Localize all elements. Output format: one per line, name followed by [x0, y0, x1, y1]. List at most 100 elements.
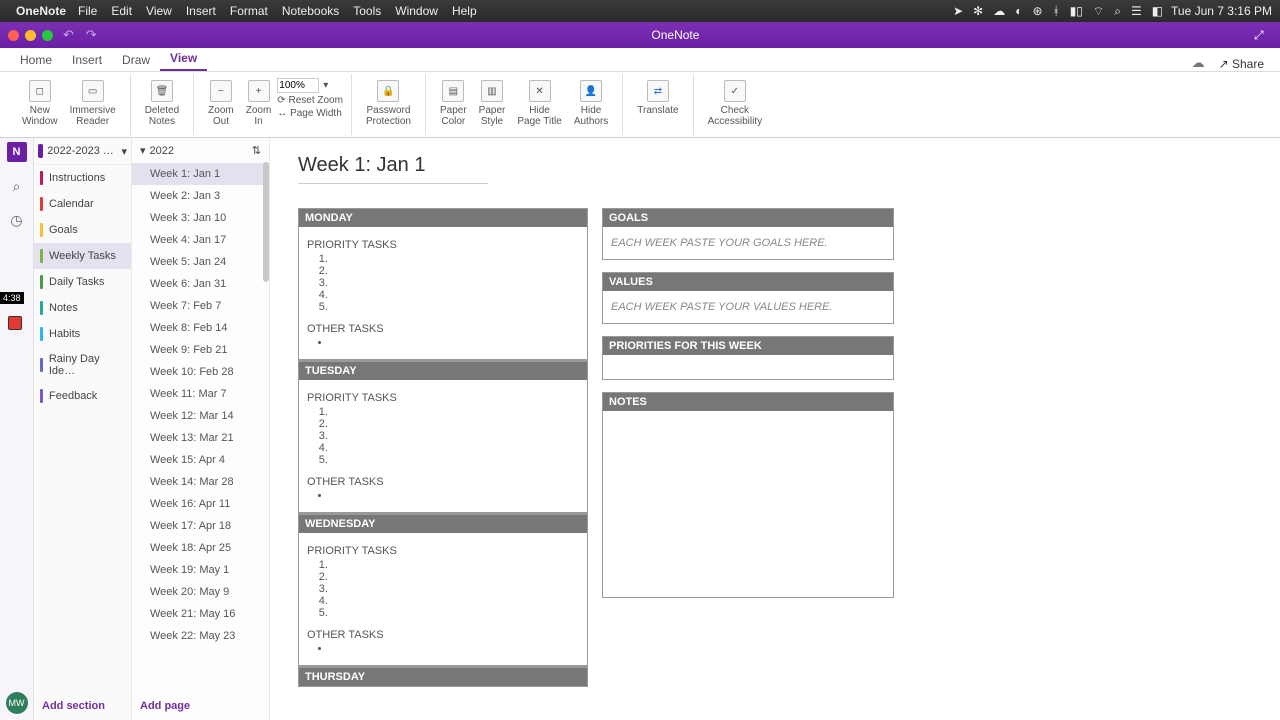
recent-icon[interactable]: ◷ [7, 210, 27, 230]
page-item[interactable]: Week 10: Feb 28 [132, 361, 269, 383]
menu-insert[interactable]: Insert [186, 4, 216, 18]
undo-button[interactable]: ↶ [63, 27, 74, 43]
status-icon-2[interactable]: ⊛ [1032, 4, 1042, 18]
priority-tasks-list[interactable] [307, 406, 579, 466]
traffic-lights[interactable] [8, 30, 53, 41]
section-item[interactable]: Instructions [34, 165, 131, 191]
page-canvas[interactable]: Week 1: Jan 1 MONDAYPRIORITY TASKSOTHER … [270, 138, 1280, 720]
battery-icon[interactable]: ▮▯ [1070, 4, 1083, 18]
sort-icon[interactable]: ⇅ [252, 144, 261, 157]
menu-window[interactable]: Window [395, 4, 438, 18]
avatar[interactable]: MW [6, 692, 28, 714]
page-item[interactable]: Week 21: May 16 [132, 603, 269, 625]
goals-body[interactable]: EACH WEEK PASTE YOUR GOALS HERE. [603, 227, 893, 259]
deleted-notes-button[interactable]: 🗑DeletedNotes [139, 78, 185, 129]
control-center-icon[interactable]: ☰ [1131, 4, 1142, 18]
wifi-icon[interactable]: ⌔ [1093, 4, 1104, 19]
other-tasks-list[interactable] [307, 490, 579, 502]
menu-format[interactable]: Format [230, 4, 268, 18]
page-item[interactable]: Week 14: Mar 28 [132, 471, 269, 493]
menubar-datetime[interactable]: Tue Jun 7 3:16 PM [1171, 4, 1272, 18]
page-item[interactable]: Week 9: Feb 21 [132, 339, 269, 361]
priority-tasks-list[interactable] [307, 559, 579, 619]
section-item[interactable]: Habits [34, 321, 131, 347]
page-item[interactable]: Week 16: Apr 11 [132, 493, 269, 515]
minimize-window-button[interactable] [25, 30, 36, 41]
section-item[interactable]: Weekly Tasks [34, 243, 131, 269]
zoom-in-button[interactable]: +ZoomIn [240, 78, 278, 129]
page-item[interactable]: Week 19: May 1 [132, 559, 269, 581]
reset-zoom-button[interactable]: ⟳ Reset Zoom [277, 95, 343, 106]
values-box[interactable]: VALUES EACH WEEK PASTE YOUR VALUES HERE. [602, 272, 894, 324]
day-box[interactable]: THURSDAY [298, 667, 588, 687]
page-item[interactable]: Week 2: Jan 3 [132, 185, 269, 207]
menu-edit[interactable]: Edit [111, 4, 132, 18]
menu-help[interactable]: Help [452, 4, 477, 18]
values-body[interactable]: EACH WEEK PASTE YOUR VALUES HERE. [603, 291, 893, 323]
sync-icon[interactable]: ☁ [1192, 55, 1205, 71]
section-item[interactable]: Calendar [34, 191, 131, 217]
priorities-body[interactable] [603, 355, 893, 379]
page-item[interactable]: Week 22: May 23 [132, 625, 269, 647]
bluetooth-icon[interactable]: ᚼ [1053, 4, 1060, 18]
page-item[interactable]: Week 3: Jan 10 [132, 207, 269, 229]
section-item[interactable]: Rainy Day Ide… [34, 347, 131, 383]
priorities-box[interactable]: PRIORITIES FOR THIS WEEK [602, 336, 894, 380]
page-item[interactable]: Week 12: Mar 14 [132, 405, 269, 427]
immersive-reader-button[interactable]: ▭ImmersiveReader [64, 78, 122, 129]
spotlight-icon[interactable]: ⌕ [1114, 4, 1121, 19]
check-accessibility-button[interactable]: ✓CheckAccessibility [702, 78, 768, 129]
paper-style-button[interactable]: ▥PaperStyle [473, 78, 512, 129]
redo-button[interactable]: ↷ [86, 27, 97, 43]
password-protection-button[interactable]: 🔒PasswordProtection [360, 78, 417, 129]
page-item[interactable]: Week 7: Feb 7 [132, 295, 269, 317]
fullscreen-icon[interactable]: ⤢ [1254, 28, 1272, 43]
section-item[interactable]: Daily Tasks [34, 269, 131, 295]
add-section-button[interactable]: Add section [34, 692, 131, 720]
page-item[interactable]: Week 1: Jan 1 [132, 163, 269, 185]
page-item[interactable]: Week 20: May 9 [132, 581, 269, 603]
app-name[interactable]: OneNote [16, 4, 66, 18]
menu-notebooks[interactable]: Notebooks [282, 4, 339, 18]
notebook-selector[interactable]: 2022-2023 The Better Grind Planner… ▾ [34, 138, 131, 165]
tab-draw[interactable]: Draw [112, 49, 160, 71]
day-box[interactable]: MONDAYPRIORITY TASKSOTHER TASKS [298, 208, 588, 361]
page-item[interactable]: Week 18: Apr 25 [132, 537, 269, 559]
search-icon[interactable]: ⌕ [7, 176, 27, 196]
tab-view[interactable]: View [160, 47, 207, 71]
translate-button[interactable]: ⇄Translate [631, 78, 684, 118]
day-box[interactable]: TUESDAYPRIORITY TASKSOTHER TASKS [298, 361, 588, 514]
notes-box[interactable]: NOTES [602, 392, 894, 598]
priority-tasks-list[interactable] [307, 253, 579, 313]
page-item[interactable]: Week 11: Mar 7 [132, 383, 269, 405]
page-item[interactable]: Week 15: Apr 4 [132, 449, 269, 471]
page-group[interactable]: ▾ 2022 ⇅ [132, 138, 269, 163]
paper-color-button[interactable]: ▤PaperColor [434, 78, 473, 129]
menu-view[interactable]: View [146, 4, 172, 18]
new-window-button[interactable]: ◻NewWindow [16, 78, 64, 129]
other-tasks-list[interactable] [307, 337, 579, 349]
hide-authors-button[interactable]: 👤HideAuthors [568, 78, 614, 129]
page-item[interactable]: Week 13: Mar 21 [132, 427, 269, 449]
location-icon[interactable]: ➤ [953, 4, 963, 18]
status-icon[interactable]: ◐ [1015, 4, 1022, 18]
share-button[interactable]: ↗ Share [1213, 57, 1270, 71]
day-box[interactable]: WEDNESDAYPRIORITY TASKSOTHER TASKS [298, 514, 588, 667]
hide-page-title-button[interactable]: ✕HidePage Title [511, 78, 567, 129]
menu-file[interactable]: File [78, 4, 97, 18]
cloud-icon[interactable]: ☁ [993, 4, 1005, 18]
page-item[interactable]: Week 5: Jan 24 [132, 251, 269, 273]
menu-tools[interactable]: Tools [353, 4, 381, 18]
page-item[interactable]: Week 17: Apr 18 [132, 515, 269, 537]
add-page-button[interactable]: Add page [132, 692, 269, 720]
tab-insert[interactable]: Insert [62, 49, 112, 71]
page-scrollbar[interactable] [263, 138, 269, 720]
menubar-status-icons[interactable]: ➤ ✻ ☁ ◐ ⊛ ᚼ ▮▯ ⌔ ⌕ ☰ ◧ [953, 4, 1163, 19]
section-item[interactable]: Feedback [34, 383, 131, 409]
page-title[interactable]: Week 1: Jan 1 [298, 154, 488, 184]
page-width-button[interactable]: ↔ Page Width [277, 108, 343, 119]
zoom-input[interactable] [277, 78, 319, 93]
page-item[interactable]: Week 8: Feb 14 [132, 317, 269, 339]
settings-icon[interactable]: ✻ [973, 4, 983, 18]
app-icon[interactable]: N [7, 142, 27, 162]
